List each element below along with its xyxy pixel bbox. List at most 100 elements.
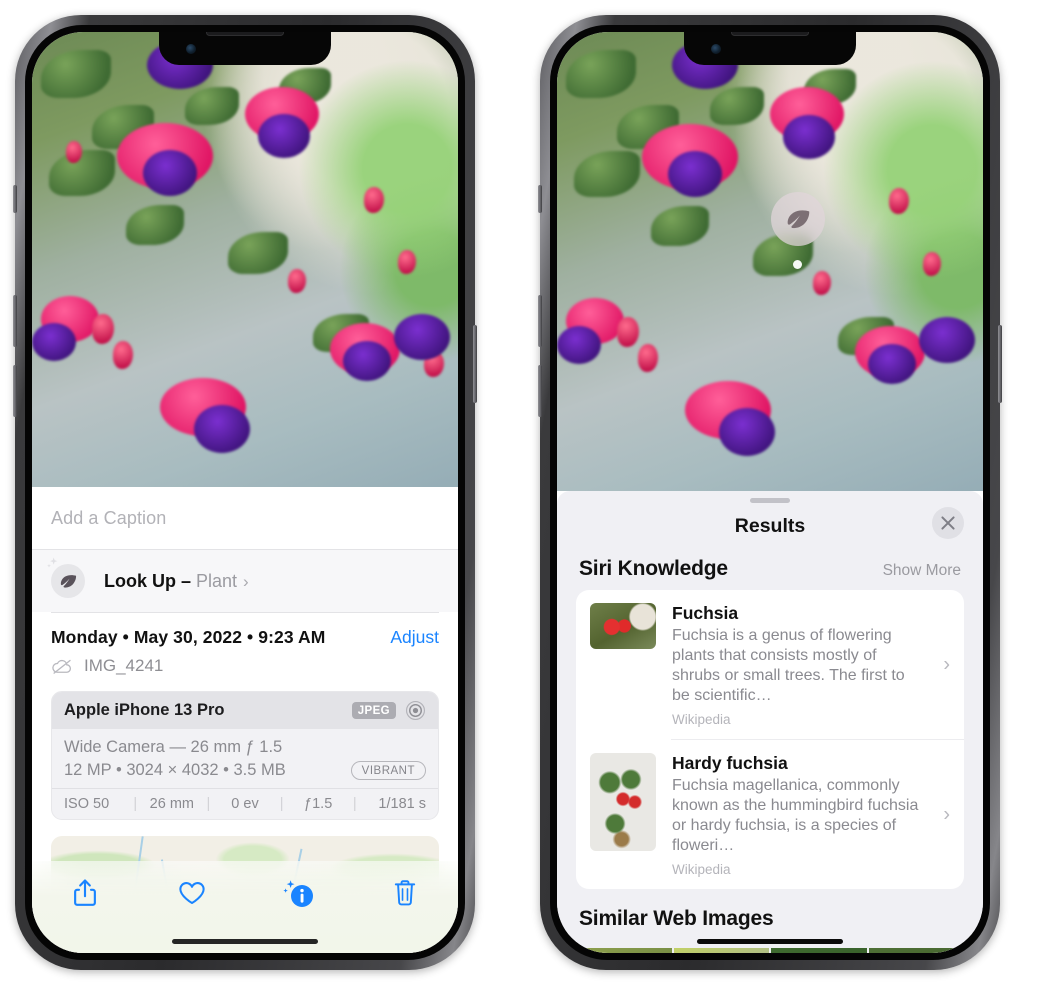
knowledge-source: Wikipedia: [672, 862, 731, 877]
caption-placeholder: Add a Caption: [51, 507, 167, 528]
aperture-icon: [406, 701, 425, 720]
similar-web-images-title: Similar Web Images: [579, 907, 774, 930]
front-camera-icon: [711, 44, 721, 54]
web-image-thumb[interactable]: [673, 948, 769, 953]
mute-switch[interactable]: [13, 185, 17, 213]
notch: [684, 32, 856, 65]
home-indicator[interactable]: [697, 939, 843, 944]
leaf-icon: [787, 209, 809, 228]
power-button[interactable]: [998, 325, 1002, 403]
bezel-right: Results Siri Knowledge Show More Fuchsia…: [550, 25, 990, 960]
earpiece-speaker: [731, 32, 809, 36]
web-image-thumb[interactable]: [771, 948, 867, 953]
exif-shutter: 1/181 s: [378, 796, 426, 812]
knowledge-item[interactable]: Fuchsia Fuchsia is a genus of flowering …: [576, 590, 964, 739]
date-line: Monday • May 30, 2022 • 9:23 AM Adjust: [51, 627, 439, 648]
volume-up-button[interactable]: [538, 295, 542, 347]
results-header: Results: [557, 503, 983, 549]
heart-icon: [179, 882, 205, 905]
similar-web-images-header: Similar Web Images: [557, 889, 983, 940]
share-icon: [74, 879, 97, 906]
lens-info: Wide Camera — 26 mm ƒ 1.5: [64, 738, 283, 756]
volume-down-button[interactable]: [538, 365, 542, 417]
knowledge-description: Fuchsia magellanica, commonly known as t…: [672, 777, 919, 854]
leaf-icon: [47, 557, 85, 598]
adjust-button[interactable]: Adjust: [390, 627, 439, 648]
phone-left: Add a Caption Look Up – Plant › Monday •…: [13, 15, 477, 970]
knowledge-title: Fuchsia: [672, 603, 739, 623]
exif-iso: ISO 50: [64, 796, 110, 812]
info-sparkle-icon: [283, 880, 314, 907]
photo-info-sheet: Add a Caption Look Up – Plant › Monday •…: [32, 487, 458, 953]
screen-right: Results Siri Knowledge Show More Fuchsia…: [557, 32, 983, 953]
results-sheet: Results Siri Knowledge Show More Fuchsia…: [557, 491, 983, 953]
share-button[interactable]: [62, 873, 108, 913]
knowledge-item[interactable]: Hardy fuchsia Fuchsia magellanica, commo…: [576, 740, 964, 889]
look-up-row[interactable]: Look Up – Plant ›: [32, 550, 458, 612]
home-indicator[interactable]: [172, 939, 318, 944]
knowledge-text: Hardy fuchsia Fuchsia magellanica, commo…: [672, 753, 950, 877]
date-block: Monday • May 30, 2022 • 9:23 AM Adjust I…: [32, 613, 458, 676]
look-up-label: Look Up: [104, 570, 176, 591]
cloud-slash-icon: [52, 659, 72, 674]
exif-exposure: 0 ev: [231, 796, 259, 812]
siri-knowledge-header: Siri Knowledge Show More: [557, 549, 983, 590]
show-more-button[interactable]: Show More: [883, 562, 961, 580]
image-size-info: 12 MP • 3024 × 4032 • 3.5 MB: [64, 761, 286, 779]
knowledge-title: Hardy fuchsia: [672, 753, 788, 773]
metadata-body: Wide Camera — 26 mm ƒ 1.5 12 MP • 3024 ×…: [52, 729, 438, 788]
exif-focal-length: 26 mm: [149, 796, 194, 812]
sparkle-icon: [47, 557, 58, 568]
exif-aperture: ƒ1.5: [304, 796, 333, 812]
photographic-style-badge: VIBRANT: [350, 761, 426, 780]
earpiece-speaker: [206, 32, 284, 36]
bezel-left: Add a Caption Look Up – Plant › Monday •…: [25, 25, 465, 960]
phone-right: Results Siri Knowledge Show More Fuchsia…: [538, 15, 1002, 970]
chevron-right-icon: ›: [943, 803, 950, 825]
volume-down-button[interactable]: [13, 365, 17, 417]
photo-date: Monday • May 30, 2022 • 9:23 AM: [51, 627, 326, 647]
exif-row: ISO 50 | 26 mm | 0 ev | ƒ1.5 | 1/181 s: [52, 788, 438, 819]
knowledge-thumbnail: [590, 753, 656, 851]
similar-web-images-strip[interactable]: [576, 948, 964, 953]
chevron-right-icon: ›: [243, 571, 249, 591]
screen-left: Add a Caption Look Up – Plant › Monday •…: [32, 32, 458, 953]
look-up-dash: –: [176, 570, 197, 591]
knowledge-thumbnail: [590, 603, 656, 649]
web-image-thumb[interactable]: [576, 948, 672, 953]
front-camera-icon: [186, 44, 196, 54]
look-up-label-group: Look Up – Plant ›: [104, 571, 249, 592]
mute-switch[interactable]: [538, 185, 542, 213]
leaf-badge-anchor-dot: [793, 260, 802, 269]
metadata-header: Apple iPhone 13 Pro JPEG: [52, 692, 438, 729]
info-button[interactable]: [275, 873, 321, 913]
metadata-card[interactable]: Apple iPhone 13 Pro JPEG Wide Camera — 2…: [51, 691, 439, 820]
volume-up-button[interactable]: [13, 295, 17, 347]
siri-knowledge-title: Siri Knowledge: [579, 557, 728, 580]
look-up-subject: Plant: [196, 570, 238, 591]
photo-viewer[interactable]: [32, 32, 458, 487]
trash-icon: [394, 880, 415, 906]
caption-input[interactable]: Add a Caption: [32, 487, 458, 550]
knowledge-text: Fuchsia Fuchsia is a genus of flowering …: [672, 603, 950, 727]
chevron-right-icon: ›: [943, 653, 950, 675]
close-button[interactable]: [932, 507, 964, 539]
delete-button[interactable]: [382, 873, 428, 913]
favorite-button[interactable]: [169, 873, 215, 913]
camera-device-name: Apple iPhone 13 Pro: [64, 701, 225, 719]
leaf-badge[interactable]: [771, 192, 825, 246]
file-name: IMG_4241: [84, 656, 164, 675]
siri-knowledge-card: Fuchsia Fuchsia is a genus of flowering …: [576, 590, 964, 889]
size-row: 12 MP • 3024 × 4032 • 3.5 MB VIBRANT: [64, 761, 426, 780]
file-line: IMG_4241: [51, 656, 439, 676]
knowledge-description: Fuchsia is a genus of flowering plants t…: [672, 627, 905, 704]
knowledge-source: Wikipedia: [672, 712, 731, 727]
photo-viewer[interactable]: [557, 32, 983, 491]
notch: [159, 32, 331, 65]
format-badge: JPEG: [351, 702, 396, 719]
metadata-badges: JPEG: [351, 700, 426, 721]
results-title: Results: [734, 514, 806, 537]
power-button[interactable]: [473, 325, 477, 403]
close-icon: [941, 516, 955, 530]
web-image-thumb[interactable]: [868, 948, 964, 953]
